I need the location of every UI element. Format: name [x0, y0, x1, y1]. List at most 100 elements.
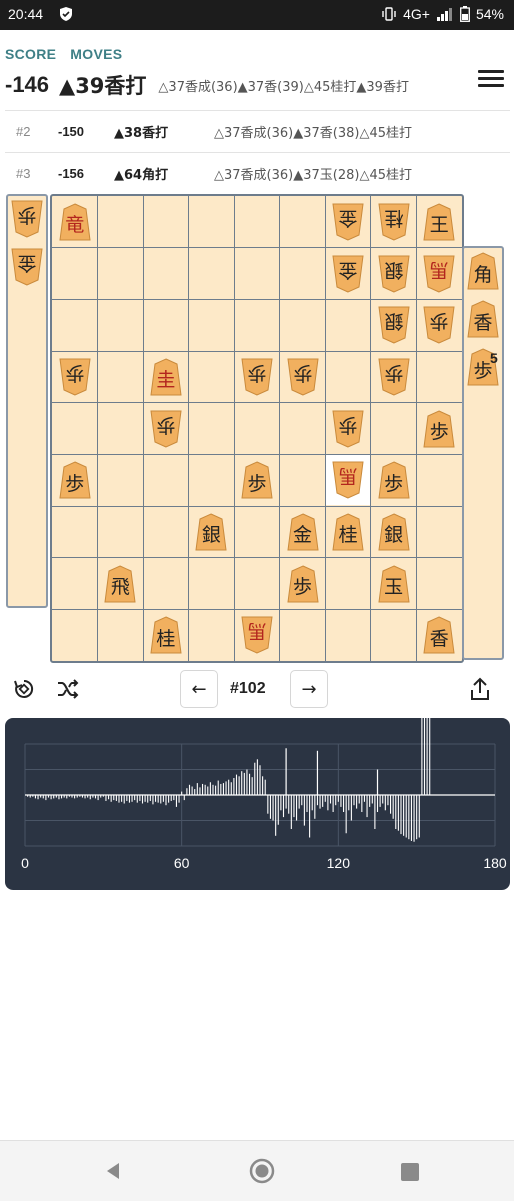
piece-label: 馬: [338, 465, 358, 488]
shogi-piece[interactable]: 歩: [332, 410, 364, 448]
piece-label: 銀: [201, 524, 221, 547]
shogi-piece[interactable]: 歩: [286, 564, 319, 603]
shogi-piece[interactable]: 角: [467, 252, 499, 290]
board-grid-line: [52, 453, 462, 455]
board-grid-line: [52, 298, 462, 300]
shogi-piece[interactable]: 銀: [378, 255, 410, 293]
graph-tick-label: 0: [21, 855, 29, 871]
piece-label: 王: [429, 214, 449, 237]
shogi-piece[interactable]: 金: [332, 203, 364, 241]
variation-row[interactable]: #3 -156 ▲64角打 △37香成(36)▲37玉(28)△45桂打: [5, 154, 510, 192]
next-move-button[interactable]: →: [290, 670, 328, 708]
piece-label: 銀: [384, 310, 404, 333]
system-nav-bar: [0, 1140, 514, 1201]
board-grid-line: [142, 196, 144, 661]
board-grid-line: [324, 196, 326, 661]
network-type: 4G+: [403, 6, 430, 22]
piece-label: 香: [473, 311, 493, 334]
recents-icon[interactable]: [400, 1162, 420, 1182]
shogi-piece[interactable]: 歩: [59, 461, 91, 499]
board-grid-line: [370, 196, 372, 661]
piece-label: 金: [293, 524, 313, 547]
rotate-board-icon[interactable]: [12, 677, 36, 701]
shogi-piece[interactable]: 歩: [423, 409, 455, 448]
piece-label: 歩: [247, 362, 267, 385]
variation-move: ▲64角打: [114, 167, 169, 183]
back-icon[interactable]: [103, 1161, 123, 1181]
shogi-piece[interactable]: 馬: [241, 616, 273, 654]
shogi-piece[interactable]: 桂: [378, 203, 410, 241]
variation-row[interactable]: #2 -150 ▲38香打 △37香成(36)▲37香(38)△45桂打: [5, 112, 510, 150]
shogi-piece[interactable]: 銀: [378, 306, 410, 344]
main-best-move: ▲39香打: [59, 74, 147, 98]
shogi-piece[interactable]: 金: [332, 255, 364, 293]
shogi-piece[interactable]: 桂: [332, 513, 364, 551]
shogi-piece[interactable]: 飛: [104, 564, 136, 603]
piece-label: 歩: [65, 362, 85, 385]
shogi-piece[interactable]: 馬: [332, 461, 364, 499]
shogi-piece[interactable]: 玉: [378, 564, 410, 603]
shogi-piece[interactable]: 香: [467, 300, 499, 338]
shogi-piece[interactable]: 王: [423, 203, 455, 241]
board-grid-line: [52, 505, 462, 507]
board-grid-line: [188, 196, 190, 661]
divider: [5, 152, 510, 153]
shogi-piece[interactable]: 銀: [378, 513, 410, 551]
piece-label: 馬: [429, 259, 449, 281]
shogi-piece[interactable]: 桂: [150, 616, 182, 654]
shogi-piece[interactable]: 歩: [241, 358, 273, 396]
shogi-piece[interactable]: 歩: [241, 461, 273, 499]
vibrate-icon: [382, 7, 396, 21]
evaluation-graph[interactable]: 0 60 120 180: [5, 718, 510, 890]
board-grid-line: [279, 196, 281, 661]
board-grid-line: [52, 608, 462, 610]
move-number: #102: [230, 680, 266, 697]
shogi-piece[interactable]: 香: [423, 616, 455, 654]
piece-label: 歩: [247, 472, 267, 495]
piece-label: 歩: [17, 204, 37, 227]
piece-label: 桂: [338, 524, 358, 547]
shogi-piece[interactable]: 圭: [150, 358, 182, 396]
divider: [5, 110, 510, 111]
shogi-piece[interactable]: 竜: [59, 203, 91, 241]
main-score: -146: [5, 72, 50, 97]
shogi-piece[interactable]: 金: [11, 248, 43, 286]
shogi-piece[interactable]: 歩: [286, 358, 319, 396]
share-icon[interactable]: [468, 676, 492, 702]
shogi-piece[interactable]: 銀: [195, 513, 228, 551]
piece-label: 銀: [384, 259, 404, 281]
sente-hand: 角香歩5: [462, 246, 504, 660]
board-grid-line: [52, 350, 462, 352]
tab-moves[interactable]: MOVES: [70, 46, 122, 62]
tab-score[interactable]: SCORE: [5, 46, 56, 62]
shogi-piece[interactable]: 歩: [378, 461, 410, 499]
home-icon[interactable]: [248, 1157, 276, 1185]
main-line[interactable]: -146 ▲39香打 △37香成(36)▲37香(39)△45桂打▲39香打: [5, 70, 475, 100]
shogi-piece[interactable]: 歩: [150, 410, 182, 448]
prev-move-button[interactable]: ←: [180, 670, 218, 708]
shogi-piece[interactable]: 歩: [11, 200, 43, 238]
variation-pv: △37香成(36)▲37玉(28)△45桂打: [214, 167, 412, 183]
piece-label: 歩: [429, 310, 449, 333]
evaluation-chart[interactable]: 0 60 120 180: [5, 718, 510, 890]
shogi-piece[interactable]: 歩: [378, 358, 410, 396]
shogi-piece[interactable]: 歩: [423, 306, 455, 344]
piece-label: 金: [17, 252, 37, 275]
piece-label: 歩: [384, 472, 404, 495]
piece-label: 歩: [156, 414, 176, 436]
piece-label: 桂: [384, 207, 404, 230]
board-grid-line: [52, 557, 462, 559]
board-grid-line: [52, 402, 462, 404]
shogi-piece[interactable]: 歩: [59, 358, 91, 396]
piece-label: 玉: [384, 576, 404, 598]
piece-label: 圭: [156, 369, 176, 392]
piece-label: 歩: [293, 576, 313, 598]
shogi-piece[interactable]: 馬: [423, 255, 455, 293]
status-bar: 20:44 4G+ 54%: [0, 0, 514, 30]
shuffle-icon[interactable]: [56, 678, 80, 700]
shogi-board[interactable]: 竜金桂王金銀馬銀歩歩圭歩歩歩歩歩歩歩歩馬歩銀金桂銀飛歩玉桂馬香: [50, 194, 464, 663]
piece-label: 歩: [65, 472, 85, 495]
shogi-piece[interactable]: 金: [286, 513, 319, 551]
header-tabs: SCORE MOVES: [5, 46, 136, 62]
hamburger-menu-icon[interactable]: [478, 66, 504, 90]
